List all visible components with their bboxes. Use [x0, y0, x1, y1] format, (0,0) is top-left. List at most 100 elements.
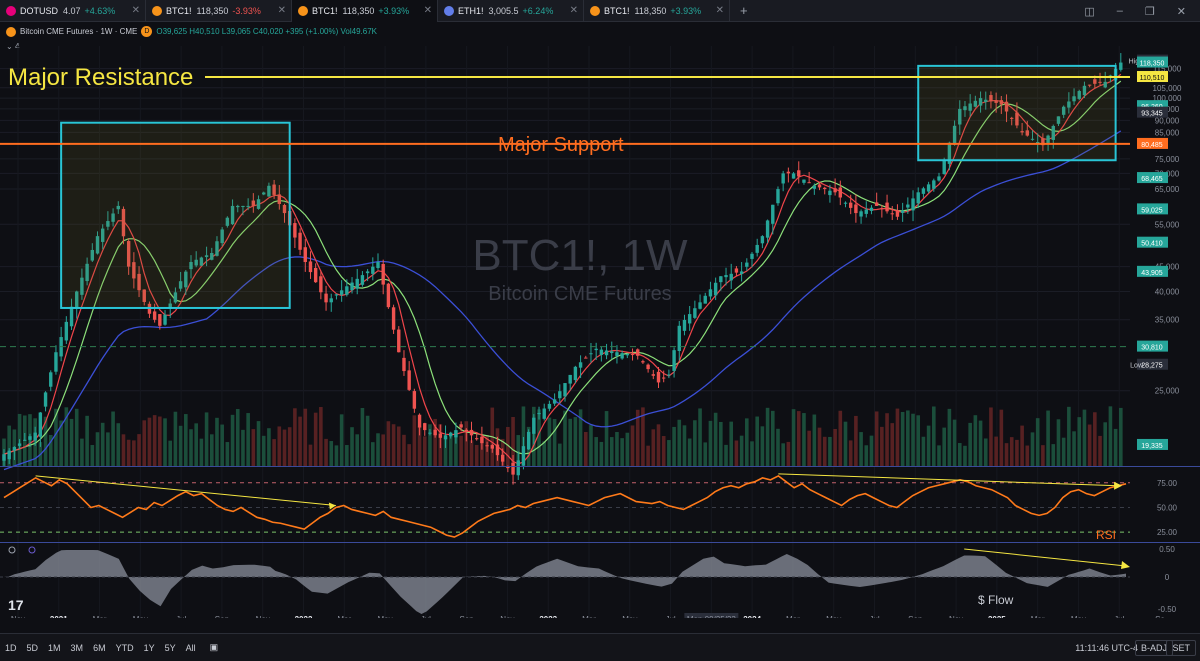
- volume-bar: [267, 428, 271, 466]
- candle-body: [843, 202, 848, 204]
- close-tab-icon[interactable]: ✕: [278, 5, 286, 16]
- volume-bar: [178, 425, 183, 466]
- rsi-tick: 50.00: [1157, 503, 1178, 512]
- window-controls: ◫ – ❐ ✕: [1084, 0, 1200, 22]
- rsi-divergence-line: [778, 473, 1119, 487]
- candle-body: [69, 306, 74, 327]
- candle-body: [412, 391, 417, 409]
- tab-eth1-3[interactable]: ETH1! 3,005.5 +6.24% ✕: [438, 0, 584, 22]
- flow-tick: -0.50: [1158, 605, 1177, 614]
- volume-bar: [74, 408, 79, 466]
- volume-bar: [474, 444, 479, 466]
- time-tick: Mon 09/25/23: [687, 615, 736, 618]
- close-tab-icon[interactable]: ✕: [132, 5, 140, 16]
- candle-body: [308, 261, 313, 273]
- new-tab-button[interactable]: +: [730, 3, 758, 18]
- range-all[interactable]: All: [181, 643, 201, 653]
- volume-bar: [1072, 431, 1076, 466]
- volume-bar: [1098, 435, 1102, 466]
- volume-bar: [464, 421, 469, 466]
- tab-dotusd-0[interactable]: DOTUSD 4.07 +4.63% ✕: [0, 0, 146, 22]
- volume-bar: [713, 412, 718, 466]
- candle-body: [880, 208, 884, 210]
- volume-bar: [152, 415, 157, 466]
- candle-body: [906, 204, 910, 208]
- close-tab-icon[interactable]: ✕: [424, 5, 432, 16]
- time-tick: May: [622, 615, 637, 618]
- volume-bar: [246, 413, 250, 466]
- volume-bar: [396, 426, 401, 466]
- volume-bar: [802, 413, 806, 466]
- chart-canvas[interactable]: BTC1!, 1W Bitcoin CME Futures Major Resist…: [0, 22, 1200, 618]
- candle-body: [687, 314, 692, 324]
- range-1y[interactable]: 1Y: [139, 643, 160, 653]
- volume-bar: [542, 441, 547, 466]
- volume-bar: [604, 411, 609, 466]
- candle-body: [313, 267, 318, 283]
- maximize-icon[interactable]: ❐: [1145, 5, 1155, 18]
- volume-bar: [983, 438, 988, 466]
- candle-body: [755, 244, 759, 253]
- candle-body: [449, 432, 453, 437]
- range-5d[interactable]: 5D: [22, 643, 44, 653]
- volume-bar: [261, 435, 266, 466]
- volume-bar: [999, 409, 1004, 466]
- volume-bar: [755, 416, 759, 466]
- price-tick: 40,000: [1155, 288, 1180, 297]
- candle-body: [698, 302, 702, 309]
- volume-bar: [121, 434, 126, 466]
- volume-bar: [1082, 409, 1087, 466]
- range-3m[interactable]: 3M: [66, 643, 89, 653]
- range-6m[interactable]: 6M: [88, 643, 111, 653]
- tab-btc1-4[interactable]: BTC1! 118,350 +3.93% ✕: [584, 0, 730, 22]
- rsi-label: RSI: [1096, 528, 1116, 542]
- volume-bar: [1015, 439, 1019, 466]
- volume-bar: [90, 445, 95, 466]
- set-button[interactable]: SET: [1166, 640, 1196, 656]
- resistance-label: Major Resistance: [8, 64, 193, 91]
- volume-bar: [1077, 417, 1082, 466]
- candle-body: [713, 282, 718, 296]
- range-ytd[interactable]: YTD: [111, 643, 139, 653]
- volume-bar: [365, 415, 370, 466]
- layout-icon[interactable]: ◫: [1084, 5, 1094, 18]
- volume-bar: [147, 417, 152, 466]
- volume-bar: [1113, 428, 1118, 466]
- volume-bar: [319, 407, 323, 466]
- close-icon[interactable]: ✕: [1177, 5, 1186, 18]
- price-label: 19,335: [1141, 443, 1163, 450]
- time-tick: May: [1071, 615, 1086, 618]
- price-label: 59,025: [1141, 207, 1163, 214]
- price-label: 43,905: [1141, 270, 1163, 277]
- price-label: 68,465: [1141, 176, 1163, 183]
- tab-price: 4.07: [63, 5, 81, 16]
- candle-body: [615, 352, 619, 356]
- calendar-icon[interactable]: ▣: [205, 642, 224, 653]
- range-1d[interactable]: 1D: [0, 643, 22, 653]
- candle-body: [526, 431, 531, 450]
- volume-bar: [563, 410, 567, 466]
- candle-body: [1119, 62, 1123, 70]
- minimize-icon[interactable]: –: [1117, 5, 1123, 17]
- volume-bar: [256, 421, 261, 466]
- volume-bar: [293, 408, 297, 466]
- watermark-name: Bitcoin CME Futures: [488, 283, 671, 305]
- volume-bar: [199, 438, 204, 466]
- tab-price: 118,350: [634, 5, 667, 16]
- volume-bar: [204, 412, 209, 466]
- price-label: 118,350: [1140, 61, 1165, 68]
- volume-bar: [843, 421, 848, 466]
- close-tab-icon[interactable]: ✕: [570, 5, 578, 16]
- range-5y[interactable]: 5Y: [160, 643, 181, 653]
- range-1m[interactable]: 1M: [43, 643, 66, 653]
- tab-btc1-2[interactable]: BTC1! 118,350 +3.93% ✕: [292, 0, 438, 22]
- volume-bar: [921, 436, 926, 466]
- candle-body: [511, 462, 515, 475]
- volume-bar: [957, 443, 962, 466]
- volume-bar: [1020, 425, 1024, 466]
- volume-bar: [173, 411, 178, 466]
- volume-bar: [729, 421, 734, 466]
- tab-btc1-1[interactable]: BTC1! 118,350 -3.93% ✕: [146, 0, 292, 22]
- close-tab-icon[interactable]: ✕: [716, 5, 724, 16]
- clock: 11:11:46 UTC-4: [1075, 643, 1138, 653]
